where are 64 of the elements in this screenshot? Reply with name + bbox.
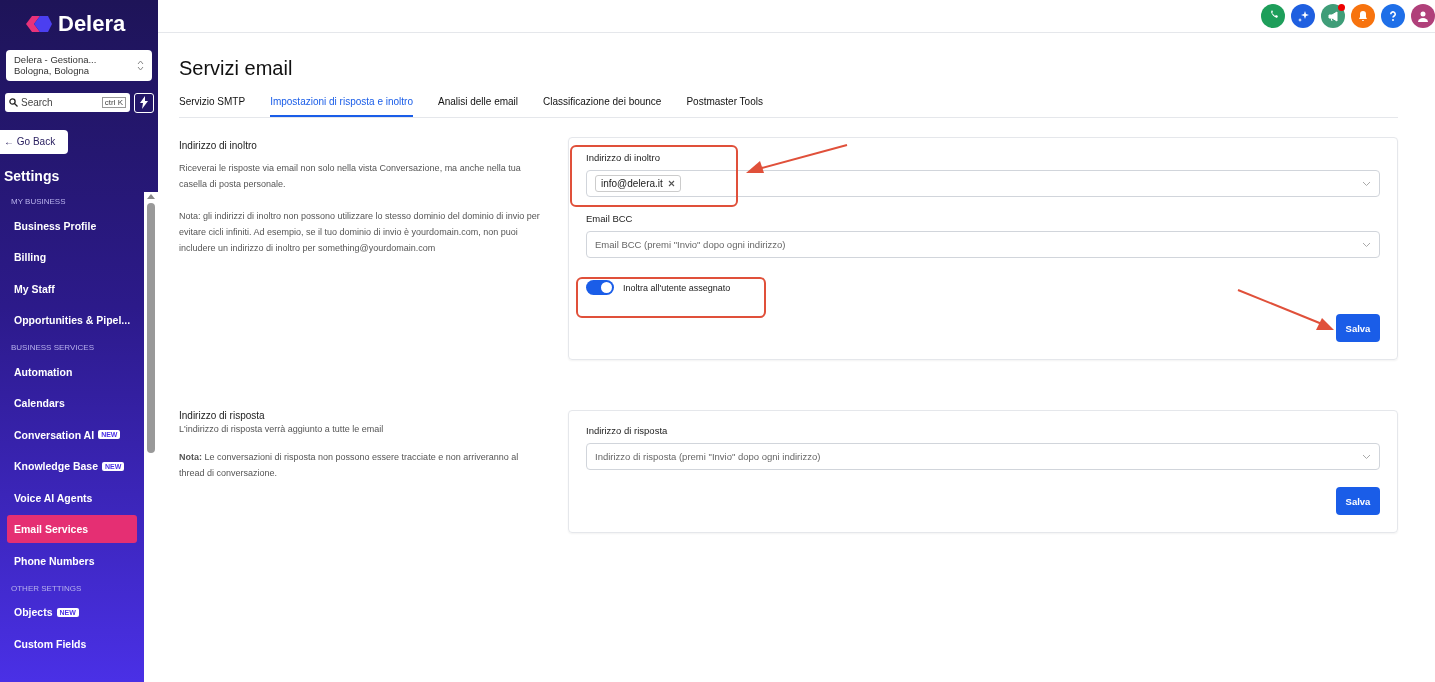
avatar-button[interactable] xyxy=(1411,4,1435,28)
section-description: L'indirizzo di risposta verrà aggiunto a tutte le email xyxy=(179,423,385,436)
sidebar-item[interactable]: Billing xyxy=(7,243,137,272)
search-field[interactable]: Search ctrl K xyxy=(5,93,130,113)
shortcut-hint: ctrl K xyxy=(101,97,126,109)
toggle-switch[interactable] xyxy=(586,280,614,295)
field-label: Indirizzo di inoltro xyxy=(586,152,661,163)
toggle-label: Inoltra all'utente assegnato xyxy=(623,282,731,293)
megaphone-icon xyxy=(1326,9,1340,23)
search-icon xyxy=(9,98,18,108)
scroll-up-icon[interactable] xyxy=(147,193,155,199)
updown-icon xyxy=(137,59,144,71)
sidebar-item[interactable]: My Staff xyxy=(7,274,137,303)
tab[interactable]: Impostazioni di risposta e inoltro xyxy=(270,96,413,117)
bell-button[interactable] xyxy=(1351,4,1375,28)
save-button[interactable]: Salva xyxy=(1336,487,1380,515)
avatar-icon xyxy=(1416,9,1430,23)
bcc-field[interactable]: Email BCC (premi "Invio" dopo ogni indirizzo) xyxy=(586,231,1380,258)
sidebar-item[interactable]: Business Profile xyxy=(7,211,137,240)
sidebar-item[interactable]: Automation xyxy=(7,357,137,386)
section-title: Indirizzo di risposta xyxy=(179,410,266,421)
forwarding-address-field[interactable]: info@delera.it xyxy=(586,170,1380,197)
brand-name: Delera xyxy=(58,11,126,37)
tab[interactable]: Postmaster Tools xyxy=(686,96,763,117)
notification-dot xyxy=(1338,4,1345,11)
section-title: Indirizzo di inoltro xyxy=(179,140,258,151)
quick-action-button[interactable] xyxy=(134,92,154,113)
save-button[interactable]: Salva xyxy=(1336,314,1380,342)
sparkle-icon xyxy=(1296,9,1310,23)
section-description: Riceverai le risposte via email non solo nella vista Conversazione, ma anche nella tua casella di posta personale. xyxy=(179,162,522,191)
sidebar-item[interactable]: Custom Fields xyxy=(7,629,137,658)
reply-address-field[interactable]: Indirizzo di risposta (premi "Invio" dopo ogni indirizzo) xyxy=(586,443,1380,470)
chevron-down-icon xyxy=(1362,241,1371,248)
section-note: Nota: gli indirizzi di inoltro non possono utilizzare lo stesso dominio del dominio di invio per evitare cicli infiniti. Ad esempio, se il tuo dominio di invio è yourdomain.com, non puoi includere un indirizzo di inoltro per something@yourdomain.com xyxy=(179,210,541,255)
section-header: MY BUSINESS xyxy=(10,196,67,209)
page-title: Servizi email xyxy=(179,57,294,80)
chevron-down-icon xyxy=(1362,453,1371,460)
field-label: Indirizzo di risposta xyxy=(586,425,669,436)
logo-icon xyxy=(24,13,54,35)
sidebar-item[interactable]: Email Services xyxy=(7,515,137,544)
sparkle-button[interactable] xyxy=(1291,4,1315,28)
section-header: OTHER SETTINGS xyxy=(10,582,83,595)
chevron-down-icon xyxy=(1362,180,1371,187)
location-switcher[interactable]: Delera - Gestiona... Bologna, Bologna xyxy=(6,50,152,81)
help-button[interactable] xyxy=(1381,4,1405,28)
sidebar-title: Settings xyxy=(4,167,61,184)
sidebar-item[interactable]: Calendars xyxy=(7,389,137,418)
remove-icon[interactable] xyxy=(667,180,675,187)
email-tag: info@delera.it xyxy=(595,175,681,192)
scrollbar[interactable] xyxy=(144,191,158,682)
megaphone-button[interactable] xyxy=(1321,4,1345,28)
lightning-icon xyxy=(139,96,149,110)
tab[interactable]: Classificazione dei bounce xyxy=(543,96,662,117)
tab[interactable]: Servizio SMTP xyxy=(179,96,246,117)
bell-icon xyxy=(1356,9,1370,23)
tab[interactable]: Analisi delle email xyxy=(438,96,519,117)
phone-button[interactable] xyxy=(1261,4,1285,28)
section-note: Nota: Le conversazioni di risposta non possono essere tracciate e non arriveranno al thread di conversazione. xyxy=(179,451,520,480)
sidebar-item[interactable]: Voice AI Agents xyxy=(7,483,137,512)
sidebar-item[interactable]: Phone Numbers xyxy=(7,546,137,575)
field-label: Email BCC xyxy=(586,213,634,224)
go-back-button[interactable]: ← Go Back xyxy=(0,129,68,154)
sidebar-item[interactable]: Opportunities & Pipel... xyxy=(7,306,137,335)
section-header: BUSINESS SERVICES xyxy=(10,342,95,355)
